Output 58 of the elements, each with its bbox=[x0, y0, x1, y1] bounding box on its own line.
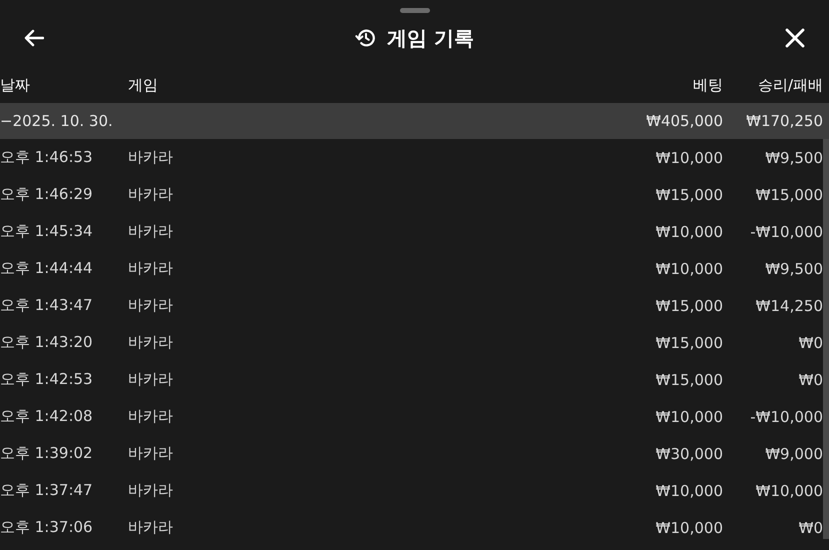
table-cell-text: 바카라 bbox=[128, 222, 174, 241]
date-group-row[interactable]: −2025. 10. 30. ₩405,000 ₩170,250 bbox=[0, 103, 829, 139]
column-header: 날짜 bbox=[0, 76, 31, 94]
table-cell-text: 바카라 bbox=[128, 407, 174, 426]
back-arrow-icon bbox=[24, 29, 44, 47]
table-cell-text: 오후 1:43:20 bbox=[0, 333, 94, 352]
history-icon bbox=[355, 27, 378, 49]
table-cell-text: 바카라 bbox=[128, 444, 174, 463]
column-header: 베팅 bbox=[692, 76, 723, 94]
table-cell-text: 오후 1:44:44 bbox=[0, 259, 94, 278]
table-cell-text: 오후 1:39:02 bbox=[0, 444, 94, 463]
table-cell-text: -₩10,000 bbox=[749, 408, 823, 426]
table-cell-text: 오후 1:37:47 bbox=[0, 481, 94, 500]
window-title: 게임 기록 bbox=[387, 24, 474, 52]
column-header: 게임 bbox=[128, 76, 159, 94]
table-cell-text: ₩9,500 bbox=[764, 260, 823, 278]
table-cell-text: 바카라 bbox=[128, 148, 174, 167]
table-cell-text: 바카라 bbox=[128, 185, 174, 204]
table-cell-text: 오후 1:43:47 bbox=[0, 296, 94, 315]
table-cell-text: ₩10,000 bbox=[754, 482, 823, 500]
table-cell-text: ₩10,000 bbox=[654, 148, 723, 166]
table-cell-text: ₩0 bbox=[798, 334, 823, 352]
table-cell-text: 바카라 bbox=[128, 333, 174, 352]
table-cell-text: ₩10,000 bbox=[654, 222, 723, 240]
group-bet-total: ₩405,000 bbox=[645, 112, 723, 130]
table-cell-text: 오후 1:45:34 bbox=[0, 222, 94, 241]
table-cell-text: 바카라 bbox=[128, 259, 174, 278]
table-cell-text: ₩10,000 bbox=[654, 260, 723, 278]
close-icon bbox=[785, 28, 805, 48]
column-header: 승리/패배 bbox=[756, 76, 823, 94]
table-cell-text: ₩15,000 bbox=[654, 370, 723, 388]
table-cell-text: ₩30,000 bbox=[654, 444, 723, 462]
table-cell-text: 바카라 bbox=[128, 481, 174, 500]
table-cell-text: 오후 1:42:53 bbox=[0, 370, 94, 389]
table-cell-text: ₩10,000 bbox=[654, 482, 723, 500]
table-cell-text: 오후 1:42:08 bbox=[0, 407, 94, 426]
table-cell-text: ₩15,000 bbox=[654, 186, 723, 204]
table-cell-text: 바카라 bbox=[128, 296, 174, 315]
drag-handle[interactable] bbox=[400, 8, 430, 13]
table-cell-text: -₩10,000 bbox=[749, 222, 823, 240]
table-cell-text: ₩9,000 bbox=[764, 444, 823, 462]
table-cell-text: ₩0 bbox=[798, 518, 823, 536]
table-cell-text: ₩15,000 bbox=[754, 186, 823, 204]
table-cell-text: ₩15,000 bbox=[654, 296, 723, 314]
scrollbar[interactable] bbox=[823, 139, 829, 539]
table-cell-text: 바카라 bbox=[128, 370, 174, 389]
group-date: −2025. 10. 30. bbox=[0, 112, 114, 130]
group-result-total: ₩170,250 bbox=[745, 112, 823, 130]
table-cell-text: 오후 1:46:29 bbox=[0, 185, 94, 204]
table-cell-text: ₩0 bbox=[798, 370, 823, 388]
table-cell-text: 바카라 bbox=[128, 518, 174, 537]
table-cell-text: 오후 1:46:53 bbox=[0, 148, 94, 167]
table-cell-text: 오후 1:37:06 bbox=[0, 518, 94, 537]
table-cell-text: ₩15,000 bbox=[654, 334, 723, 352]
table-cell-text: ₩9,500 bbox=[764, 148, 823, 166]
table-cell-text: ₩10,000 bbox=[654, 408, 723, 426]
table-cell-text: ₩14,250 bbox=[754, 296, 823, 314]
table-cell-text: ₩10,000 bbox=[654, 518, 723, 536]
